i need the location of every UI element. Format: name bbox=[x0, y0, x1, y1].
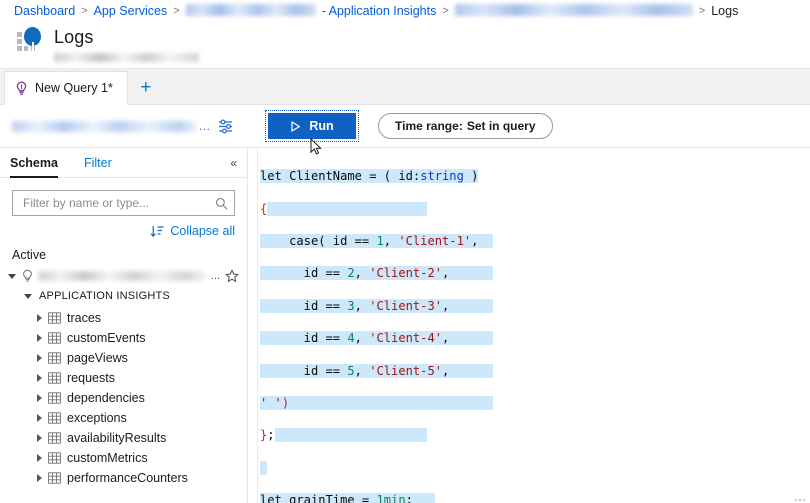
table-icon bbox=[48, 392, 61, 404]
query-tab-strip: New Query 1* + bbox=[0, 69, 810, 105]
schema-table-exceptions[interactable]: exceptions bbox=[0, 408, 247, 428]
expand-caret-icon[interactable] bbox=[37, 454, 42, 462]
main-content: Schema Filter « Filter by name or type..… bbox=[0, 148, 810, 503]
breadcrumb-separator: > bbox=[81, 4, 88, 17]
time-range-prefix: Time range: bbox=[395, 119, 463, 133]
table-icon bbox=[48, 332, 61, 344]
query-command-bar: ... Run Time range: Set in query bbox=[0, 105, 810, 148]
table-icon bbox=[48, 352, 61, 364]
breadcrumb-item-redacted-resource[interactable] bbox=[185, 3, 316, 16]
expand-caret-icon[interactable] bbox=[37, 374, 42, 382]
resize-grip[interactable] bbox=[795, 499, 805, 501]
expand-caret-icon[interactable] bbox=[37, 354, 42, 362]
collapse-all-link[interactable]: Collapse all bbox=[170, 224, 235, 238]
schema-table-label: requests bbox=[67, 371, 115, 385]
table-icon bbox=[48, 472, 61, 484]
schema-table-customMetrics[interactable]: customMetrics bbox=[0, 448, 247, 468]
page-title: Logs bbox=[54, 27, 94, 47]
sidebar-tab-bar: Schema Filter « bbox=[0, 148, 247, 178]
schema-group-label: APPLICATION INSIGHTS bbox=[39, 290, 170, 302]
time-range-button[interactable]: Time range: Set in query bbox=[378, 113, 553, 139]
sort-ascending-icon[interactable] bbox=[150, 225, 164, 238]
expand-collapse-caret-icon[interactable] bbox=[8, 273, 16, 279]
table-icon bbox=[48, 432, 61, 444]
scope-selector[interactable]: ... bbox=[0, 118, 248, 135]
breadcrumb-separator: > bbox=[173, 4, 180, 17]
scope-value-redacted bbox=[12, 120, 197, 132]
page-subtitle-redacted bbox=[54, 53, 199, 62]
expand-caret-icon[interactable] bbox=[37, 394, 42, 402]
schema-table-label: performanceCounters bbox=[67, 471, 188, 485]
editor-gutter bbox=[248, 148, 258, 503]
schema-table-label: customMetrics bbox=[67, 451, 148, 465]
resource-ellipsis: ... bbox=[210, 270, 220, 282]
query-bulb-icon bbox=[16, 81, 27, 95]
tab-new-query-1[interactable]: New Query 1* bbox=[4, 71, 128, 105]
schema-table-label: pageViews bbox=[67, 351, 128, 365]
breadcrumb-item-logs: Logs bbox=[711, 3, 739, 18]
add-query-tab-button[interactable]: + bbox=[128, 70, 164, 104]
table-icon bbox=[48, 452, 61, 464]
expand-caret-icon[interactable] bbox=[37, 474, 42, 482]
schema-table-list: traces customEvents pageViews requests depen… bbox=[0, 306, 247, 488]
schema-table-performanceCounters[interactable]: performanceCounters bbox=[0, 468, 247, 488]
resource-name-redacted bbox=[39, 271, 206, 281]
active-section-label: Active bbox=[12, 248, 47, 262]
schema-table-label: customEvents bbox=[67, 331, 146, 345]
schema-table-dependencies[interactable]: dependencies bbox=[0, 388, 247, 408]
breadcrumb-separator: > bbox=[442, 4, 449, 17]
schema-table-label: exceptions bbox=[67, 411, 127, 425]
expand-caret-icon[interactable] bbox=[37, 334, 42, 342]
breadcrumb-item-redacted-subscription[interactable] bbox=[454, 3, 693, 16]
query-code[interactable]: let ClientName = ( id:string ) { case( i… bbox=[260, 152, 810, 503]
sliders-icon[interactable] bbox=[217, 118, 234, 135]
schema-table-traces[interactable]: traces bbox=[0, 308, 247, 328]
schema-table-label: dependencies bbox=[67, 391, 145, 405]
chevron-double-left-icon[interactable]: « bbox=[230, 156, 237, 170]
expand-caret-icon[interactable] bbox=[37, 434, 42, 442]
run-button[interactable]: Run bbox=[265, 110, 359, 142]
schema-filter-container bbox=[0, 178, 247, 216]
page-header: Logs bbox=[0, 21, 810, 69]
schema-filter-box[interactable] bbox=[12, 190, 235, 216]
query-editor[interactable]: let ClientName = ( id:string ) { case( i… bbox=[248, 148, 810, 503]
tab-filter[interactable]: Filter bbox=[84, 148, 112, 178]
breadcrumb-item-dashboard[interactable]: Dashboard bbox=[14, 4, 75, 18]
run-button-label: Run bbox=[309, 119, 334, 133]
schema-table-label: availabilityResults bbox=[67, 431, 167, 445]
breadcrumb-item-application-insights[interactable]: - Application Insights bbox=[322, 4, 437, 18]
table-icon bbox=[48, 412, 61, 424]
schema-sidebar: Schema Filter « Filter by name or type..… bbox=[0, 148, 248, 503]
tab-schema[interactable]: Schema bbox=[10, 148, 58, 178]
search-icon[interactable] bbox=[215, 197, 228, 210]
time-range-value: Set in query bbox=[466, 119, 536, 133]
expand-caret-icon[interactable] bbox=[37, 314, 42, 322]
expand-caret-icon[interactable] bbox=[37, 414, 42, 422]
star-outline-icon[interactable] bbox=[225, 269, 239, 283]
resource-tree-item[interactable]: ... bbox=[0, 266, 247, 286]
expand-collapse-caret-icon[interactable] bbox=[24, 293, 32, 299]
schema-table-customEvents[interactable]: customEvents bbox=[0, 328, 247, 348]
search-input[interactable] bbox=[21, 195, 215, 211]
schema-table-label: traces bbox=[67, 311, 102, 325]
tab-label: New Query 1* bbox=[35, 81, 113, 95]
breadcrumb: Dashboard > App Services > - Application… bbox=[0, 0, 810, 21]
collapse-all-row: Collapse all bbox=[0, 216, 247, 238]
play-triangle-icon bbox=[291, 120, 301, 132]
breadcrumb-separator: > bbox=[698, 4, 706, 17]
schema-table-pageViews[interactable]: pageViews bbox=[0, 348, 247, 368]
app-insights-bulb-icon bbox=[23, 269, 32, 282]
table-icon bbox=[48, 372, 61, 384]
schema-table-availabilityResults[interactable]: availabilityResults bbox=[0, 428, 247, 448]
scope-ellipsis: ... bbox=[199, 119, 211, 133]
breadcrumb-item-app-services[interactable]: App Services bbox=[94, 4, 168, 18]
table-icon bbox=[48, 312, 61, 324]
schema-table-requests[interactable]: requests bbox=[0, 368, 247, 388]
logs-chart-icon bbox=[16, 26, 46, 56]
schema-group-application-insights[interactable]: APPLICATION INSIGHTS bbox=[0, 286, 247, 306]
